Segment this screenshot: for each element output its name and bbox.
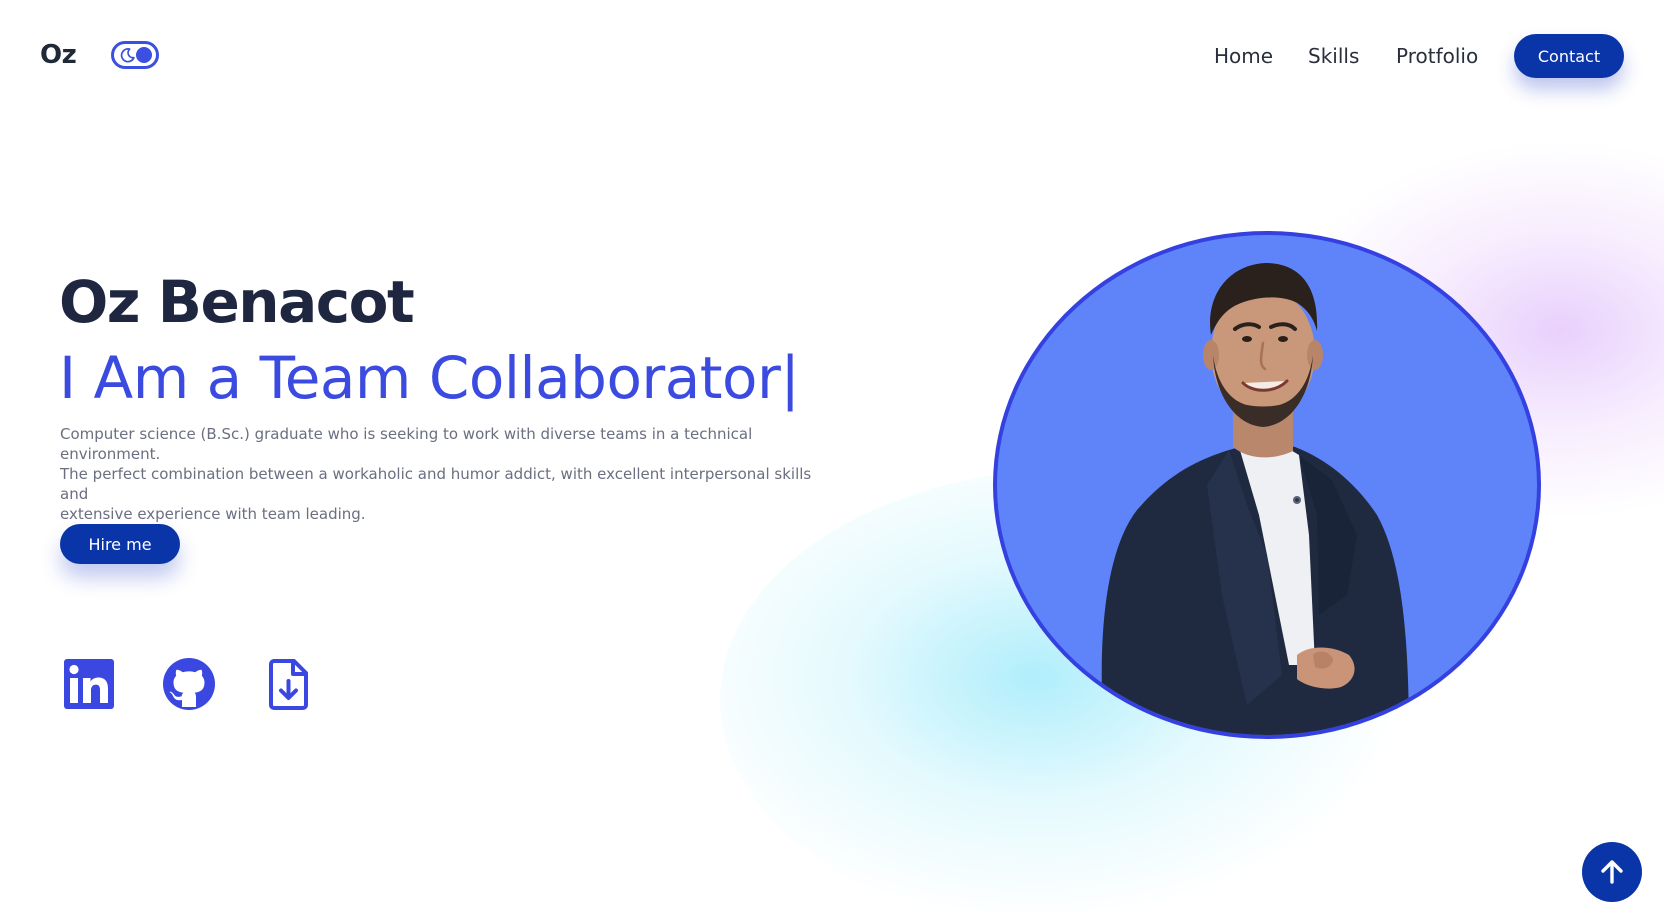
moon-icon bbox=[120, 48, 135, 63]
hero-description-line: Computer science (B.Sc.) graduate who is… bbox=[60, 425, 753, 463]
hire-me-button[interactable]: Hire me bbox=[60, 524, 180, 564]
resume-download-link[interactable] bbox=[262, 657, 316, 711]
portrait-illustration bbox=[1101, 263, 1409, 735]
file-download-icon bbox=[269, 659, 308, 710]
toggle-knob bbox=[136, 47, 152, 63]
nav-portfolio[interactable]: Protfolio bbox=[1396, 44, 1478, 68]
hero-description: Computer science (B.Sc.) graduate who is… bbox=[60, 424, 840, 524]
linkedin-icon bbox=[64, 659, 114, 709]
theme-toggle[interactable] bbox=[111, 41, 159, 69]
nav-skills[interactable]: Skills bbox=[1308, 44, 1359, 68]
hero-description-line: extensive experience with team leading. bbox=[60, 505, 366, 523]
hero-description-line: The perfect combination between a workah… bbox=[60, 465, 812, 503]
contact-button[interactable]: Contact bbox=[1514, 34, 1624, 78]
site-logo[interactable]: Oz bbox=[40, 40, 77, 70]
hero-tagline: I Am a Team Collaborator| bbox=[59, 344, 800, 412]
arrow-up-icon bbox=[1601, 860, 1623, 884]
page: Oz Home Skills Protfolio Contact Oz Bena… bbox=[0, 0, 1664, 924]
github-link[interactable] bbox=[162, 657, 216, 711]
linkedin-link[interactable] bbox=[62, 657, 116, 711]
github-icon bbox=[163, 658, 215, 710]
hero-name: Oz Benacot bbox=[59, 268, 415, 336]
nav-home[interactable]: Home bbox=[1214, 44, 1273, 68]
profile-portrait bbox=[993, 231, 1541, 739]
scroll-to-top-button[interactable] bbox=[1582, 842, 1642, 902]
